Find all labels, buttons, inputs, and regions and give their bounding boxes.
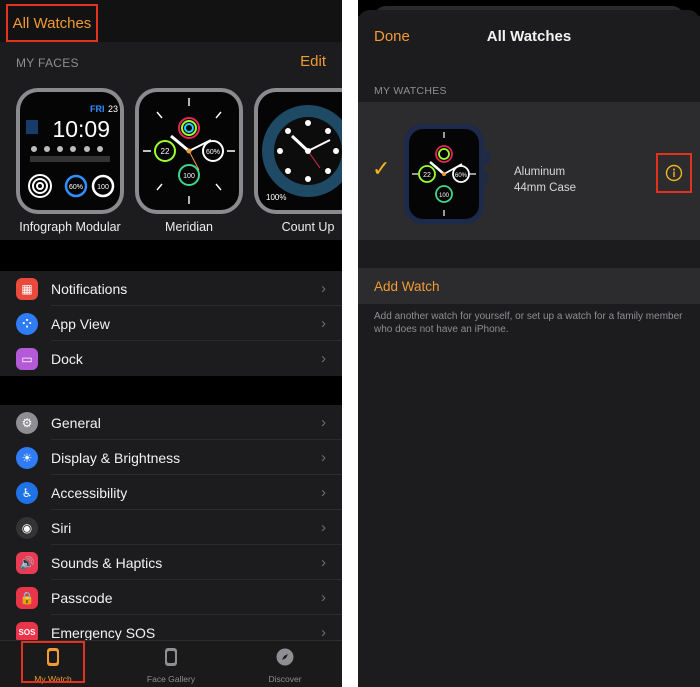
face-label-meridian: Meridian: [165, 220, 213, 234]
watch-material: Aluminum: [514, 166, 566, 178]
gear-icon: ⚙: [16, 411, 38, 434]
settings-row-label: App View: [51, 315, 110, 332]
face-label-count-up: Count Up: [281, 220, 335, 234]
face-time: 10:09: [52, 116, 110, 142]
face-complication: 60%: [206, 149, 220, 156]
tab-label: Face Gallery: [146, 674, 196, 684]
chevron-right-icon: ›: [321, 280, 326, 297]
face-count-up[interactable]: 100%: [254, 88, 342, 214]
face-screen: 100%: [258, 92, 342, 210]
calendar-icon: ▦: [16, 277, 38, 300]
chevron-right-icon: ›: [321, 484, 326, 501]
watch-complication: 100: [439, 193, 450, 199]
face-gallery-icon: [165, 648, 177, 666]
settings-row-label: Passcode: [51, 589, 113, 606]
settings-row-notifications[interactable]: ▦ Notifications ›: [0, 271, 342, 306]
count-up-face-icon: 100%: [262, 105, 342, 202]
tab-label: Discover: [268, 674, 302, 684]
face-complication: 100%: [266, 193, 286, 202]
lock-icon: 🔒: [16, 586, 38, 609]
section-gap: [0, 376, 342, 404]
checkmark-icon: ✓: [372, 156, 391, 181]
settings-row-label: General: [51, 414, 101, 431]
info-button[interactable]: [656, 153, 692, 193]
face-date: 23: [108, 104, 118, 114]
chevron-right-icon: ›: [321, 589, 326, 606]
face-screen: 22 60% 100: [139, 92, 239, 210]
dock-icon: ▭: [16, 347, 38, 370]
app-grid-icon: ⁘: [16, 312, 38, 335]
siri-icon: ◉: [16, 516, 38, 539]
face-complication: 60%: [69, 184, 83, 191]
settings-row-sounds-haptics[interactable]: 🔊 Sounds & Haptics ›: [0, 545, 342, 580]
settings-group-2: ⚙ General › ☀ Display & Brightness › ♿ Accessib…: [0, 405, 342, 650]
my-watch-screen: All Watches MY FACES Edit FRI 23 10:09 6…: [0, 0, 342, 687]
settings-row-siri[interactable]: ◉ Siri ›: [0, 510, 342, 545]
settings-row-label: Notifications: [51, 280, 128, 297]
infograph-modular-face-icon: FRI 23 10:09 60% 100: [26, 104, 118, 198]
tab-discover[interactable]: Discover: [245, 641, 325, 687]
speaker-icon: 🔊: [16, 551, 38, 574]
watch-case-size: 44mm Case: [514, 182, 576, 194]
chevron-right-icon: ›: [321, 350, 326, 367]
all-watches-sheet: Done All Watches MY WATCHES ✓ 22 60% 100: [358, 0, 700, 687]
watch-row[interactable]: ✓ 22 60% 100 Aluminum 44mm Case: [358, 102, 700, 240]
settings-row-label: Display & Brightness: [51, 449, 181, 466]
meridian-face-icon: 22 60% 100: [143, 98, 235, 204]
settings-row-general[interactable]: ⚙ General ›: [0, 405, 342, 440]
settings-row-passcode[interactable]: 🔒 Passcode ›: [0, 580, 342, 615]
my-faces-title: MY FACES: [16, 56, 79, 70]
tab-face-gallery[interactable]: Face Gallery: [131, 641, 211, 687]
watch-complication: 60%: [455, 173, 468, 179]
settings-row-label: Emergency SOS: [51, 624, 156, 641]
face-meridian[interactable]: 22 60% 100: [135, 88, 243, 214]
face-day: FRI: [90, 104, 105, 114]
accessibility-icon: ♿: [16, 481, 38, 504]
chevron-right-icon: ›: [321, 449, 326, 466]
settings-row-app-view[interactable]: ⁘ App View ›: [0, 306, 342, 341]
add-watch-button[interactable]: Add Watch: [358, 268, 700, 304]
top-bar: All Watches: [0, 0, 342, 42]
my-faces-header: MY FACES Edit: [0, 42, 342, 82]
chevron-right-icon: ›: [321, 414, 326, 431]
face-complication: 100: [97, 184, 109, 191]
face-complication: 22: [161, 147, 170, 156]
compass-icon: [276, 648, 294, 666]
watch-image: 22 60% 100: [404, 124, 490, 224]
add-watch-label: Add Watch: [374, 279, 440, 294]
face-complication: 100: [183, 173, 195, 180]
faces-carousel[interactable]: FRI 23 10:09 60% 100 Infograph Modular 2…: [0, 82, 342, 240]
sheet-title: All Watches: [486, 28, 572, 45]
settings-row-accessibility[interactable]: ♿ Accessibility ›: [0, 475, 342, 510]
settings-row-label: Sounds & Haptics: [51, 554, 163, 571]
info-icon: [665, 164, 683, 182]
chevron-right-icon: ›: [321, 624, 326, 641]
my-watch-highlight: [21, 641, 85, 683]
section-gap: [0, 240, 342, 272]
settings-row-display-brightness[interactable]: ☀ Display & Brightness ›: [0, 440, 342, 475]
my-watches-title: MY WATCHES: [374, 85, 447, 97]
settings-row-label: Accessibility: [51, 484, 128, 501]
watch-complication: 22: [423, 172, 431, 179]
edit-button[interactable]: Edit: [300, 53, 326, 70]
settings-group-1: ▦ Notifications › ⁘ App View › ▭ Dock ›: [0, 271, 342, 376]
chevron-right-icon: ›: [321, 519, 326, 536]
sun-icon: ☀: [16, 446, 38, 469]
settings-row-label: Dock: [51, 350, 83, 367]
chevron-right-icon: ›: [321, 554, 326, 571]
face-label-infograph-modular: Infograph Modular: [19, 220, 121, 234]
add-watch-description: Add another watch for yourself, or set u…: [374, 311, 683, 335]
chevron-right-icon: ›: [321, 315, 326, 332]
settings-row-dock[interactable]: ▭ Dock ›: [0, 341, 342, 376]
face-infograph-modular[interactable]: FRI 23 10:09 60% 100: [16, 88, 124, 214]
all-watches-link[interactable]: All Watches: [6, 4, 98, 42]
settings-row-label: Siri: [51, 519, 72, 536]
face-screen: FRI 23 10:09 60% 100: [20, 92, 120, 210]
